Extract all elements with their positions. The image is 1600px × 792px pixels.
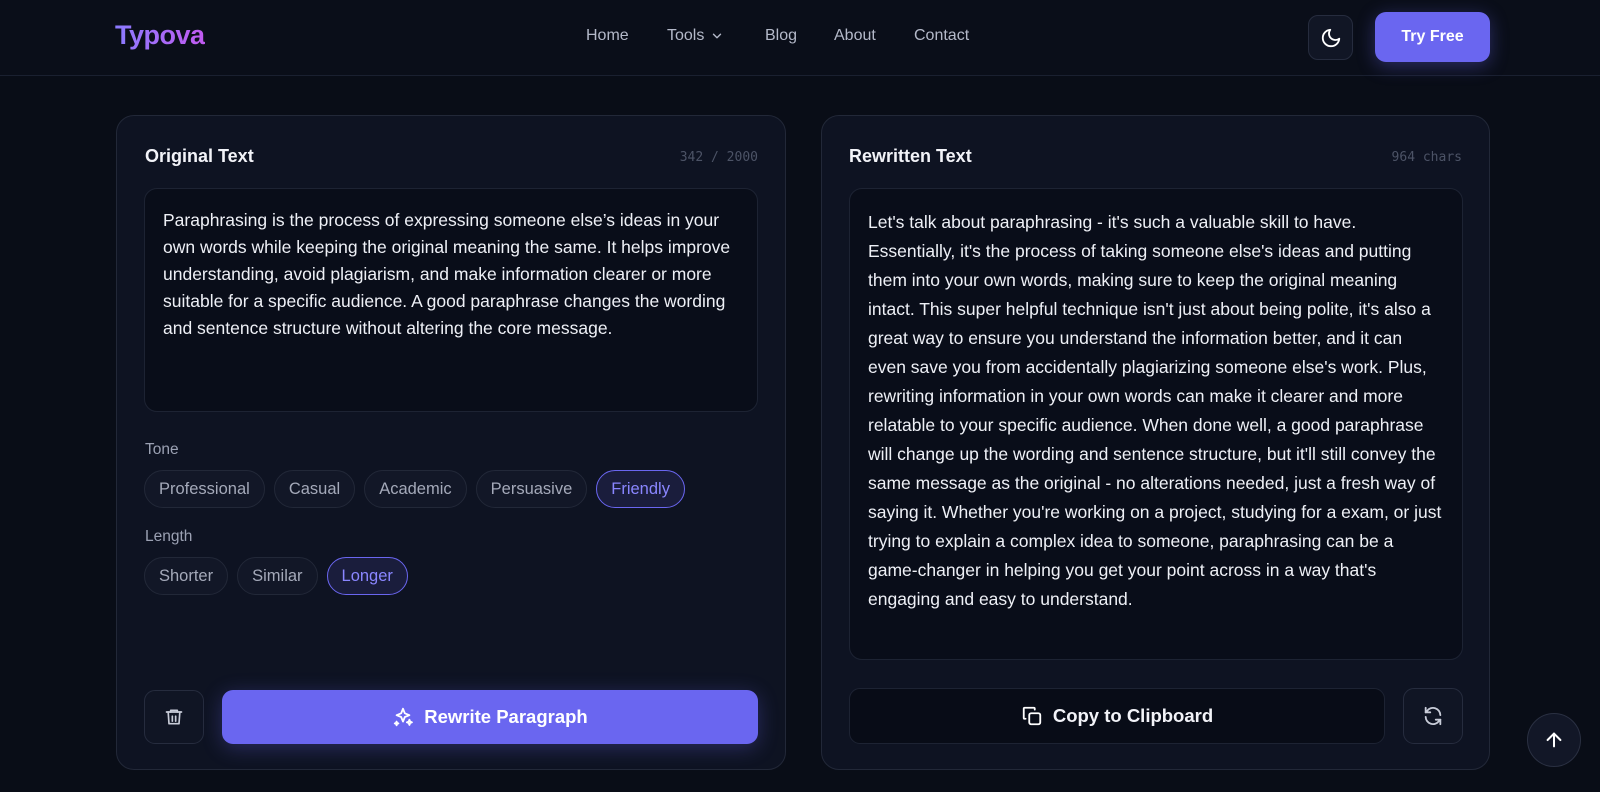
- nav-link-home[interactable]: Home: [586, 27, 629, 45]
- try-free-button[interactable]: Try Free: [1375, 12, 1490, 62]
- original-text-input[interactable]: Paraphrasing is the process of expressin…: [144, 188, 758, 412]
- length-chip-shorter[interactable]: Shorter: [144, 557, 229, 595]
- theme-toggle-button[interactable]: [1308, 15, 1353, 60]
- length-label: Length: [145, 528, 193, 545]
- copy-to-clipboard-button[interactable]: Copy to Clipboard: [849, 688, 1385, 744]
- original-text-panel: Original Text 342 / 2000 Paraphrasing is…: [116, 115, 786, 770]
- arrow-up-icon: [1546, 732, 1562, 748]
- tone-chip-professional[interactable]: Professional: [144, 470, 265, 508]
- rewritten-text-panel: Rewritten Text 964 chars Let's talk abou…: [821, 115, 1490, 770]
- regenerate-button[interactable]: [1403, 688, 1463, 744]
- sparkles-icon: [394, 707, 414, 727]
- tone-options: Professional Casual Academic Persuasive …: [144, 470, 685, 508]
- tone-chip-academic[interactable]: Academic: [364, 470, 467, 508]
- moon-icon: [1321, 28, 1340, 47]
- char-counter: 342 / 2000: [679, 150, 758, 165]
- nav-link-blog[interactable]: Blog: [765, 27, 797, 45]
- tone-chip-friendly[interactable]: Friendly: [596, 470, 685, 508]
- length-options: Shorter Similar Longer: [144, 557, 408, 595]
- chevron-down-icon: [713, 33, 722, 39]
- length-chip-longer[interactable]: Longer: [326, 557, 408, 595]
- scroll-to-top-button[interactable]: [1527, 713, 1581, 767]
- copy-icon: [1022, 706, 1041, 726]
- rewritten-char-count: 964 chars: [1391, 150, 1462, 165]
- tone-chip-casual[interactable]: Casual: [273, 470, 356, 508]
- nav-link-contact[interactable]: Contact: [914, 27, 969, 45]
- refresh-icon: [1424, 706, 1442, 726]
- navbar: Typova Home Tools Blog About Contact Try…: [0, 0, 1600, 76]
- tone-chip-persuasive[interactable]: Persuasive: [475, 470, 588, 508]
- nav-links: Home Tools Blog About Contact: [0, 0, 1600, 76]
- rewrite-paragraph-button[interactable]: Rewrite Paragraph: [222, 690, 758, 744]
- original-text-title: Original Text: [145, 146, 254, 166]
- length-chip-similar[interactable]: Similar: [237, 557, 318, 595]
- trash-icon: [165, 709, 183, 725]
- rewritten-text-title: Rewritten Text: [849, 146, 972, 166]
- clear-text-button[interactable]: [144, 690, 204, 744]
- nav-link-about[interactable]: About: [834, 27, 876, 45]
- tone-label: Tone: [145, 441, 179, 458]
- nav-link-tools[interactable]: Tools: [667, 27, 724, 45]
- rewritten-text-output: Let's talk about paraphrasing - it's suc…: [849, 188, 1463, 660]
